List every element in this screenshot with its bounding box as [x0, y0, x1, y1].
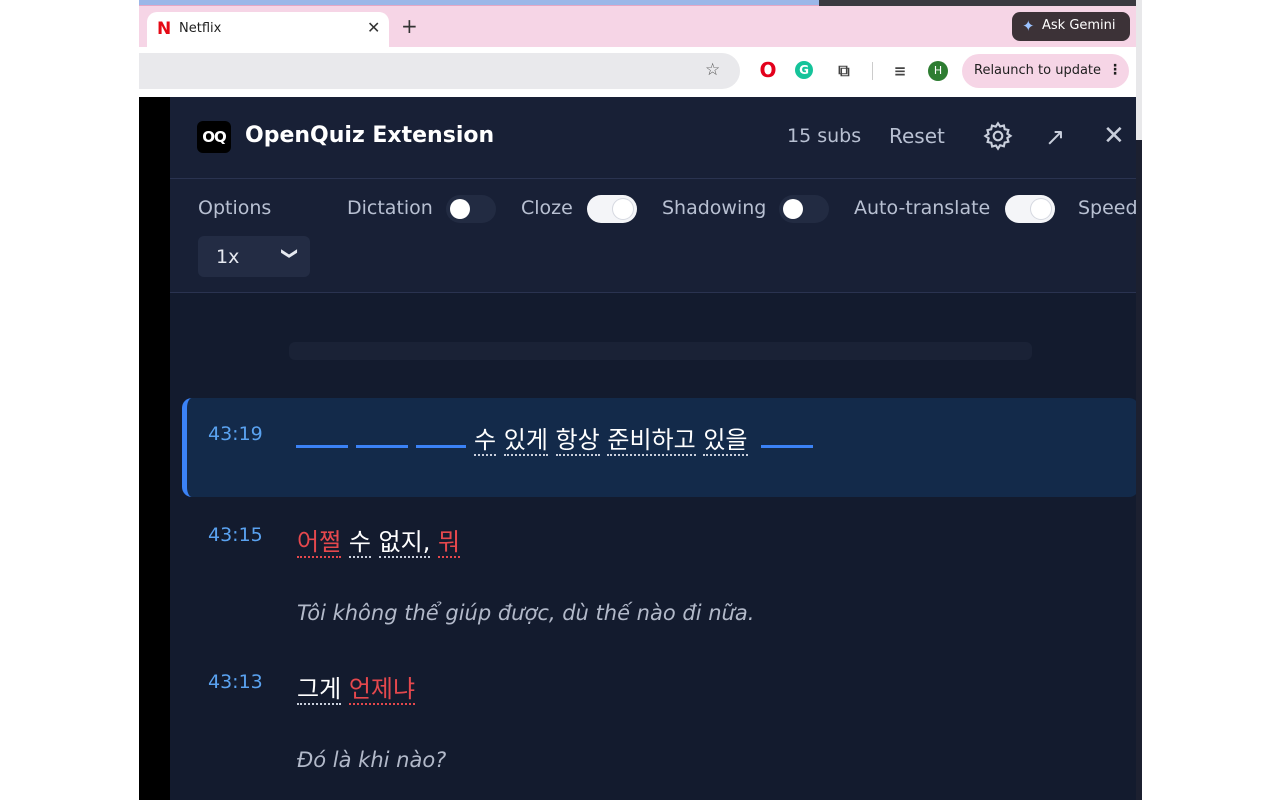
subtitle-word[interactable]: 있게 [503, 426, 548, 456]
speed-select[interactable]: 1x ❯ [198, 236, 310, 277]
subtitle-word-missed[interactable]: 어쩔 [297, 528, 342, 558]
grammarly-icon[interactable]: G [795, 61, 813, 79]
shadowing-toggle[interactable] [779, 195, 829, 223]
reset-button[interactable]: Reset [889, 124, 945, 148]
background-page-edge [1136, 0, 1142, 800]
ask-gemini-button[interactable]: ✦ Ask Gemini [1012, 12, 1130, 41]
dictation-toggle[interactable] [446, 195, 496, 223]
subtitle-line: 수 있게 항상 준비하고 있을 [296, 420, 821, 456]
cloze-toggle[interactable] [587, 195, 637, 223]
toggle-knob [1031, 199, 1051, 219]
gear-icon[interactable] [982, 120, 1014, 152]
chevron-down-icon: ❯ [281, 246, 301, 261]
subtitle-word[interactable]: 없지, [378, 528, 431, 558]
subtitle-timestamp[interactable]: 43:15 [208, 524, 263, 546]
more-menu-icon[interactable]: ⋮ [1108, 62, 1122, 78]
subtitle-word[interactable]: 준비하고 [607, 426, 696, 456]
avatar[interactable]: H [928, 61, 948, 81]
subtitle-word[interactable]: 항상 [555, 426, 600, 456]
panel-title: OpenQuiz Extension [245, 123, 495, 148]
subtitle-line: 어쩔 수 없지, 뭐 [297, 522, 461, 558]
toggle-knob [450, 199, 470, 219]
cloze-blank[interactable] [356, 423, 408, 448]
speed-value: 1x [216, 246, 240, 268]
subtitle-word-missed[interactable]: 뭐 [437, 528, 461, 558]
subtitle-translation: Đó là khi nào? [297, 748, 447, 772]
openquiz-panel: OQ OpenQuiz Extension 15 subs Reset ↗ ✕ … [170, 97, 1136, 800]
background-page-dark [1136, 140, 1142, 800]
netflix-icon: N [157, 19, 172, 39]
tab-netflix[interactable]: N Netflix ✕ [147, 12, 389, 47]
browser-toolbar: ☆ O G ⧉ ≡ H Relaunch to update ⋮ [139, 47, 1136, 97]
cloze-blank[interactable] [296, 423, 348, 448]
cloze-blank[interactable] [416, 423, 466, 448]
subtitle-word[interactable]: 있을 [703, 426, 748, 456]
ask-gemini-label: Ask Gemini [1042, 18, 1116, 33]
popout-icon[interactable]: ↗ [1045, 123, 1065, 151]
subtitle-word[interactable]: 수 [474, 426, 497, 456]
top-strip-blue [139, 0, 819, 5]
options-bar: Options Dictation Cloze Shadowing Auto-t… [170, 179, 1136, 293]
toolbar-divider [872, 62, 873, 80]
dictation-label: Dictation [347, 197, 433, 219]
relaunch-to-update-button[interactable]: Relaunch to update ⋮ [962, 54, 1129, 88]
subtitle-word-missed[interactable]: 언제냐 [348, 675, 416, 705]
media-control-icon[interactable]: ≡ [890, 61, 910, 81]
subtitle-timestamp[interactable]: 43:13 [208, 671, 263, 693]
extensions-puzzle-icon[interactable]: ⧉ [834, 61, 854, 81]
tab-bar: N Netflix ✕ + ✦ Ask Gemini [139, 6, 1136, 47]
subtitle-timestamp[interactable]: 43:19 [208, 423, 263, 445]
openquiz-logo: OQ [197, 121, 231, 153]
panel-header: OQ OpenQuiz Extension 15 subs Reset ↗ ✕ [170, 97, 1136, 179]
shadowing-label: Shadowing [662, 197, 767, 219]
options-label: Options [198, 197, 272, 219]
speed-label: Speed [1078, 197, 1136, 219]
auto-translate-label: Auto-translate [854, 197, 991, 219]
subs-count: 15 subs [787, 125, 862, 147]
tab-close-icon[interactable]: ✕ [367, 18, 380, 37]
address-bar[interactable]: ☆ [139, 53, 740, 89]
subtitle-translation: Tôi không thể giúp được, dù thế nào đi n… [297, 601, 755, 625]
subtitle-word[interactable]: 수 [348, 528, 371, 558]
relaunch-label: Relaunch to update [974, 63, 1102, 78]
tab-title: Netflix [179, 21, 222, 36]
toggle-knob [613, 199, 633, 219]
cloze-label: Cloze [521, 197, 573, 219]
gemini-spark-icon: ✦ [1022, 17, 1035, 35]
progress-placeholder [289, 342, 1032, 360]
cloze-blank[interactable] [761, 423, 814, 448]
new-tab-button[interactable]: + [401, 14, 418, 38]
subtitle-row-active[interactable]: 43:19 수 있게 항상 준비하고 있을 [182, 398, 1136, 497]
page-content: OQ OpenQuiz Extension 15 subs Reset ↗ ✕ … [139, 97, 1136, 800]
subtitle-word[interactable]: 그게 [297, 675, 342, 705]
star-icon[interactable]: ☆ [705, 60, 720, 80]
auto-translate-toggle[interactable] [1005, 195, 1055, 223]
subtitle-line: 그게 언제냐 [297, 669, 416, 705]
toggle-knob [783, 199, 803, 219]
opera-icon[interactable]: O [758, 60, 778, 81]
panel-close-icon[interactable]: ✕ [1103, 121, 1125, 151]
browser-window: N Netflix ✕ + ✦ Ask Gemini ☆ O G ⧉ ≡ H R… [139, 0, 1136, 800]
